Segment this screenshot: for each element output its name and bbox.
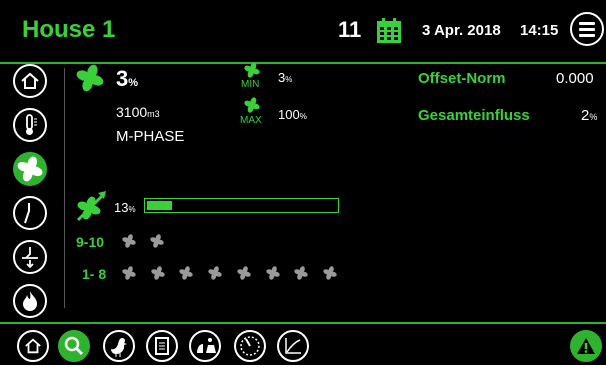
bottom-animals-button[interactable] <box>103 330 135 362</box>
fan-icon <box>150 234 164 248</box>
bottom-alarm-button[interactable] <box>570 330 602 362</box>
bottom-report-button[interactable] <box>146 330 178 362</box>
min-value-unit: % <box>285 75 293 84</box>
inlet-flap-icon <box>24 203 30 224</box>
time-text: 14:15 <box>520 22 559 39</box>
house-title[interactable]: House 1 <box>22 16 115 44</box>
day-number: 11 <box>338 17 362 42</box>
document-icon <box>155 337 169 355</box>
date-text: 3 Apr. 2018 <box>422 22 501 39</box>
graph-icon <box>285 338 301 354</box>
fan-icon <box>323 266 337 280</box>
feed-weight-icon <box>197 338 216 353</box>
ventilation-level-unit: % <box>128 77 139 89</box>
max-value-number: 100 <box>278 107 300 122</box>
control-screen: House 1 11 3 Apr. 2018 14:15 3% 3100m3 M… <box>0 0 606 365</box>
hamburger-menu-icon[interactable] <box>570 12 604 46</box>
fan-icon <box>122 266 136 280</box>
nav-home-button[interactable] <box>13 64 47 98</box>
nav-divider <box>64 68 65 308</box>
airflow-value: 3100 <box>116 104 148 120</box>
nav-temperature-button[interactable] <box>13 108 47 142</box>
home-icon <box>25 338 41 354</box>
chicken-icon <box>111 338 127 357</box>
min-value: 3% <box>278 70 292 85</box>
cooling-icon <box>22 247 38 269</box>
nav-heating-button[interactable] <box>13 284 47 318</box>
offset-norm-value: 0.000 <box>556 70 594 87</box>
phase-label: M-PHASE <box>116 128 185 145</box>
max-value: 100% <box>278 107 307 122</box>
bottom-feed-button[interactable] <box>189 330 221 362</box>
ventilation-level: 3% <box>116 66 138 92</box>
fan-icon <box>237 266 251 280</box>
nav-ventilation-button[interactable] <box>13 152 47 186</box>
total-influence-value: 2% <box>581 107 597 124</box>
fan-max-icon <box>244 97 260 113</box>
warning-icon <box>577 338 595 354</box>
fan-speed-unit: % <box>128 205 136 214</box>
nav-inlet-button[interactable] <box>13 196 47 230</box>
total-influence-unit: % <box>589 112 598 122</box>
fan-icon <box>208 266 222 280</box>
flame-icon <box>23 291 37 311</box>
fan-icon <box>122 234 136 248</box>
nav-cooling-button[interactable] <box>13 240 47 274</box>
min-label: MIN <box>241 79 260 90</box>
fan-speed-bar <box>144 198 339 213</box>
bottom-graph-button[interactable] <box>277 330 309 362</box>
fan-group-1-8-label: 1- 8 <box>82 266 107 282</box>
fan-group-9-10-label: 9-10 <box>76 234 105 250</box>
thermometer-icon <box>26 114 37 135</box>
fan-icon <box>151 266 165 280</box>
fan-icon <box>76 64 104 92</box>
fan-speed-bar-fill <box>147 201 172 210</box>
max-value-unit: % <box>299 112 307 121</box>
fan-icon <box>17 156 43 182</box>
max-label: MAX <box>240 115 262 126</box>
calendar-icon[interactable] <box>376 18 402 44</box>
fan-icon <box>179 266 194 280</box>
fan-icon <box>265 266 280 280</box>
bottom-search-button[interactable] <box>58 330 90 362</box>
airflow-unit: m3 <box>147 109 160 119</box>
fan-min-icon <box>244 62 260 78</box>
search-icon <box>64 336 84 356</box>
fan-speed-percent: 13% <box>114 200 136 215</box>
ventilation-level-value: 3 <box>116 66 129 91</box>
clock-icon <box>240 336 260 356</box>
total-influence-label[interactable]: Gesamteinfluss <box>418 107 530 124</box>
bottom-home-button[interactable] <box>17 330 49 362</box>
offset-norm-label[interactable]: Offset-Norm <box>418 70 506 87</box>
home-icon <box>21 72 39 89</box>
fan-speed-icon <box>76 191 106 222</box>
fan-icon <box>294 266 308 280</box>
bottom-clock-button[interactable] <box>234 330 266 362</box>
header-bar: House 1 11 3 Apr. 2018 14:15 <box>0 0 606 64</box>
airflow-rate: 3100m3 <box>116 104 160 120</box>
fan-speed-value: 13 <box>114 200 129 215</box>
